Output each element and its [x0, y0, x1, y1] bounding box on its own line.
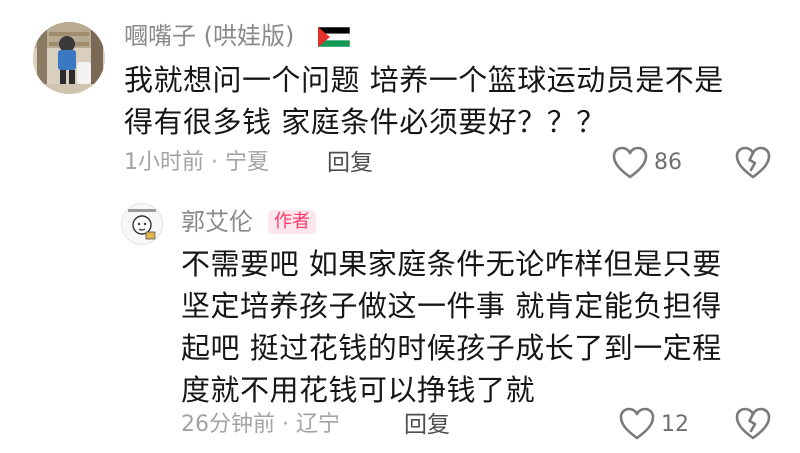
- palestine-flag-icon: [318, 27, 350, 47]
- reply-text-line: 度就不用花钱可以挣钱了就: [181, 373, 536, 407]
- avatar-photo: [33, 22, 105, 94]
- reply-button[interactable]: 回复: [404, 410, 450, 440]
- like-count: 86: [654, 150, 682, 175]
- broken-heart-icon: [735, 407, 771, 440]
- comment-text-line: 得有很多钱 家庭条件必须要好？？？: [124, 105, 606, 139]
- comment-text-line: 我就想问一个问题 培养一个篮球运动员是不是: [124, 63, 724, 97]
- dislike-button[interactable]: [734, 145, 772, 181]
- heart-icon: [612, 146, 648, 179]
- reply-text-line: 不需要吧 如果家庭条件无论咋样但是只要: [181, 247, 722, 281]
- reply-username[interactable]: 郭艾伦: [181, 207, 253, 237]
- broken-heart-icon: [735, 146, 771, 179]
- dislike-button[interactable]: [734, 406, 772, 442]
- like-count: 12: [661, 412, 689, 437]
- like-button[interactable]: [611, 145, 649, 181]
- comment-meta: 1小时前 · 宁夏: [124, 150, 269, 175]
- avatar-cartoon: [122, 204, 162, 244]
- comment-username[interactable]: 嘓嘴子 (哄娃版): [124, 21, 294, 51]
- reply-text-line: 坚定培养孩子做这一件事 就肯定能负担得: [181, 289, 722, 323]
- heart-icon: [619, 407, 655, 440]
- reply-button[interactable]: 回复: [327, 148, 373, 178]
- avatar[interactable]: [33, 22, 105, 94]
- reply-text-line: 起吧 挺过花钱的时候孩子成长了到一定程: [181, 331, 722, 365]
- like-button[interactable]: [618, 406, 656, 442]
- avatar[interactable]: [121, 203, 163, 245]
- reply-meta: 26分钟前 · 辽宁: [181, 412, 340, 437]
- author-badge: 作者: [268, 210, 316, 234]
